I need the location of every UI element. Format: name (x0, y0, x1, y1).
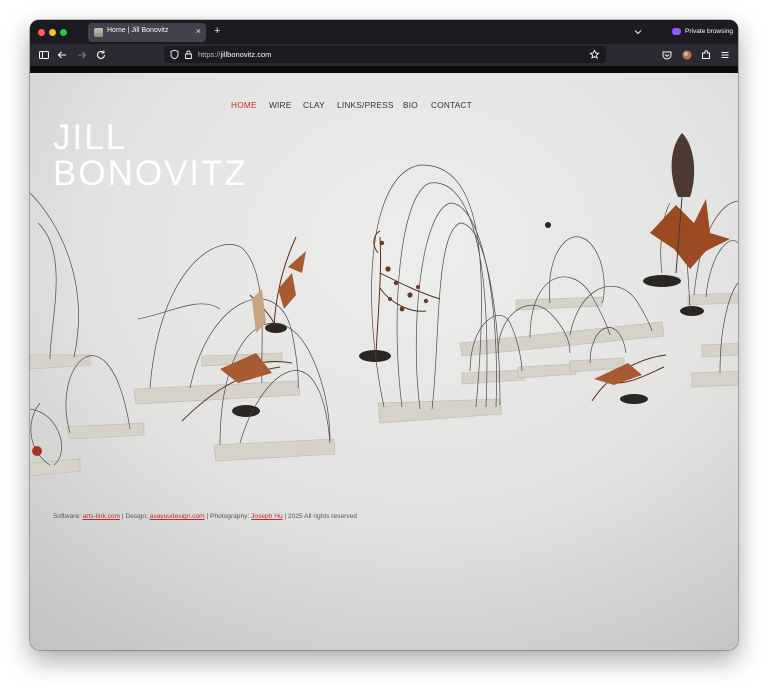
footer-photo-label: | Photography: (206, 513, 250, 520)
footer-software-link[interactable]: arts-link.com (83, 513, 120, 520)
footer-rights: | 2025 All rights reserved (284, 513, 357, 520)
sidebar-icon[interactable] (37, 48, 51, 62)
extensions-icon[interactable] (699, 48, 713, 62)
site-title-last-name: BONOVITZ (53, 154, 248, 193)
private-browsing-label: Private browsing (685, 28, 734, 35)
footer-software-label: Software: (53, 513, 81, 520)
footer-photo-link[interactable]: Joseph Hu (251, 513, 283, 520)
pocket-icon[interactable] (660, 48, 674, 62)
footer-design-label: | Design: (121, 513, 148, 520)
shield-icon[interactable] (169, 49, 180, 60)
url-host: jillbonovitz.com (220, 50, 272, 59)
back-icon[interactable] (55, 48, 69, 62)
reload-icon[interactable] (94, 48, 108, 62)
close-window-button[interactable] (38, 29, 45, 36)
site-title-first-name: JILL (53, 118, 128, 157)
favicon-icon (94, 28, 103, 37)
lock-icon[interactable] (183, 49, 194, 60)
tab-title: Home | Jill Bonovitz (107, 27, 169, 34)
site-footer: Software: arts-link.com | Design: avayou… (53, 513, 357, 520)
chevron-down-icon[interactable] (632, 26, 644, 38)
nav-links-press[interactable]: LINKS/PRESS (337, 100, 394, 110)
menu-icon[interactable] (718, 48, 732, 62)
nav-clay[interactable]: CLAY (303, 100, 325, 110)
tab-bar: Home | Jill Bonovitz × + Private browsin… (30, 20, 738, 44)
footer-design-link[interactable]: avayoudesign.com (150, 513, 205, 520)
navigation-toolbar: https://jillbonovitz.com (30, 44, 738, 66)
bookmark-star-icon[interactable] (589, 49, 600, 60)
page-top-strip (30, 66, 738, 73)
new-tab-button[interactable]: + (214, 25, 220, 38)
browser-window: Home | Jill Bonovitz × + Private browsin… (30, 20, 738, 650)
web-page: HOME WIRE CLAY LINKS/PRESS BIO CONTACT J… (30, 66, 738, 650)
url-text[interactable]: https://jillbonovitz.com (198, 50, 271, 59)
forward-icon[interactable] (75, 48, 89, 62)
url-protocol: https:// (198, 50, 221, 59)
private-mask-icon (672, 28, 681, 35)
nav-wire[interactable]: WIRE (269, 100, 291, 110)
nav-bio[interactable]: BIO (403, 100, 418, 110)
nav-home[interactable]: HOME (231, 100, 257, 110)
close-tab-icon[interactable]: × (196, 26, 201, 37)
url-bar[interactable]: https://jillbonovitz.com (164, 46, 606, 63)
minimize-window-button[interactable] (49, 29, 56, 36)
avatar-icon[interactable] (680, 48, 694, 62)
zoom-window-button[interactable] (60, 29, 67, 36)
site-title[interactable]: JILL BONOVITZ (53, 120, 248, 192)
tab-home[interactable]: Home | Jill Bonovitz × (88, 23, 206, 42)
nav-contact[interactable]: CONTACT (431, 100, 472, 110)
